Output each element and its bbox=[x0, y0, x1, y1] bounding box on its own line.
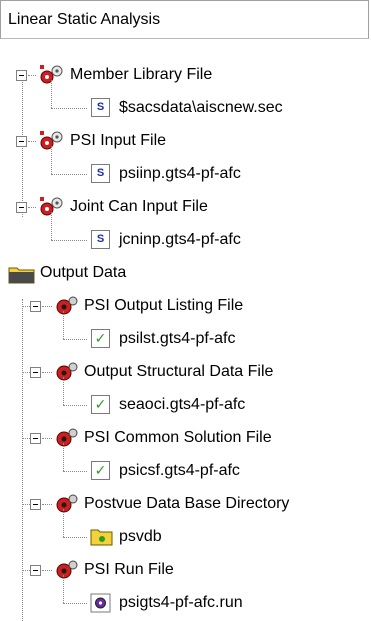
tree-node-label: PSI Common Solution File bbox=[84, 429, 272, 446]
red-gear-output-icon bbox=[56, 560, 78, 579]
collapse-icon[interactable] bbox=[30, 499, 41, 510]
tree-leaf-label: $sacsdata\aiscnew.sec bbox=[119, 99, 283, 116]
collapse-icon[interactable] bbox=[30, 367, 41, 378]
red-gear-output-icon bbox=[56, 296, 78, 315]
tree-leaf-label: psigts4-pf-afc.run bbox=[119, 594, 243, 611]
tree-node-psi-run[interactable]: PSI Run File bbox=[0, 554, 371, 587]
s-document-icon: S bbox=[91, 164, 110, 183]
panel-title: Linear Static Analysis bbox=[8, 11, 161, 28]
green-check-document-icon: ✓ bbox=[91, 395, 110, 414]
tree-node-label: PSI Output Listing File bbox=[84, 297, 244, 314]
tree-node-label: Joint Can Input File bbox=[70, 198, 208, 215]
tree-leaf-label: psvdb bbox=[119, 528, 162, 545]
tree-leaf-psi-common-solution-file[interactable]: ✓ psicsf.gts4-pf-afc bbox=[0, 443, 371, 488]
file-tree[interactable]: Member Library File S $sacsdata\aiscnew.… bbox=[0, 53, 371, 621]
tree-node-psi-input[interactable]: PSI Input File bbox=[0, 125, 371, 158]
tree-node-label: PSI Input File bbox=[70, 132, 167, 149]
tree-leaf-label: psicsf.gts4-pf-afc bbox=[119, 462, 240, 479]
tree-node-joint-can[interactable]: Joint Can Input File bbox=[0, 191, 371, 224]
collapse-icon[interactable] bbox=[30, 301, 41, 312]
tree-leaf-member-library-file[interactable]: S $sacsdata\aiscnew.sec bbox=[0, 80, 371, 125]
red-gear-output-icon bbox=[56, 428, 78, 447]
yellow-folder-icon bbox=[8, 267, 35, 284]
collapse-icon[interactable] bbox=[16, 202, 27, 213]
tree-node-label: Output Data bbox=[40, 264, 127, 281]
tree-leaf-label: psiinp.gts4-pf-afc bbox=[119, 165, 241, 182]
tree-node-postvue-db[interactable]: Postvue Data Base Directory bbox=[0, 488, 371, 521]
tree-node-psi-output-listing[interactable]: PSI Output Listing File bbox=[0, 290, 371, 323]
tree-leaf-label: jcninp.gts4-pf-afc bbox=[119, 231, 241, 248]
tree-node-label: PSI Run File bbox=[84, 561, 174, 578]
panel-title-bar: Linear Static Analysis bbox=[0, 0, 369, 39]
yellow-folder-icon bbox=[90, 529, 113, 546]
tree-node-psi-common-solution[interactable]: PSI Common Solution File bbox=[0, 422, 371, 455]
collapse-icon[interactable] bbox=[30, 433, 41, 444]
tree-node-member-library[interactable]: Member Library File bbox=[0, 59, 371, 92]
s-document-icon: S bbox=[91, 98, 110, 117]
tree-leaf-postvue-db-dir[interactable]: psvdb bbox=[0, 509, 371, 554]
tree-node-output-data[interactable]: Output Data bbox=[0, 257, 371, 290]
tree-leaf-label: psilst.gts4-pf-afc bbox=[119, 330, 236, 347]
tree-node-label: Output Structural Data File bbox=[84, 363, 274, 380]
red-gear-output-icon bbox=[56, 494, 78, 513]
tree-node-label: Member Library File bbox=[70, 66, 213, 83]
collapse-icon[interactable] bbox=[16, 70, 27, 81]
s-document-icon: S bbox=[91, 230, 110, 249]
tree-leaf-output-structural-file[interactable]: ✓ seaoci.gts4-pf-afc bbox=[0, 377, 371, 422]
red-gear-output-icon bbox=[56, 362, 78, 381]
tree-node-label: Postvue Data Base Directory bbox=[84, 495, 290, 512]
tree-node-output-structural[interactable]: Output Structural Data File bbox=[0, 356, 371, 389]
tree-leaf-label: seaoci.gts4-pf-afc bbox=[119, 396, 246, 413]
tree-leaf-psi-run-file[interactable]: psigts4-pf-afc.run bbox=[0, 575, 371, 620]
green-check-document-icon: ✓ bbox=[91, 461, 110, 480]
collapse-icon[interactable] bbox=[16, 136, 27, 147]
green-check-document-icon: ✓ bbox=[91, 329, 110, 348]
tree-leaf-psi-output-listing-file[interactable]: ✓ psilst.gts4-pf-afc bbox=[0, 311, 371, 356]
gear-document-icon bbox=[90, 593, 111, 613]
tree-leaf-psi-input-file[interactable]: S psiinp.gts4-pf-afc bbox=[0, 146, 371, 191]
tree-leaf-joint-can-file[interactable]: S jcninp.gts4-pf-afc bbox=[0, 212, 371, 257]
collapse-icon[interactable] bbox=[30, 565, 41, 576]
